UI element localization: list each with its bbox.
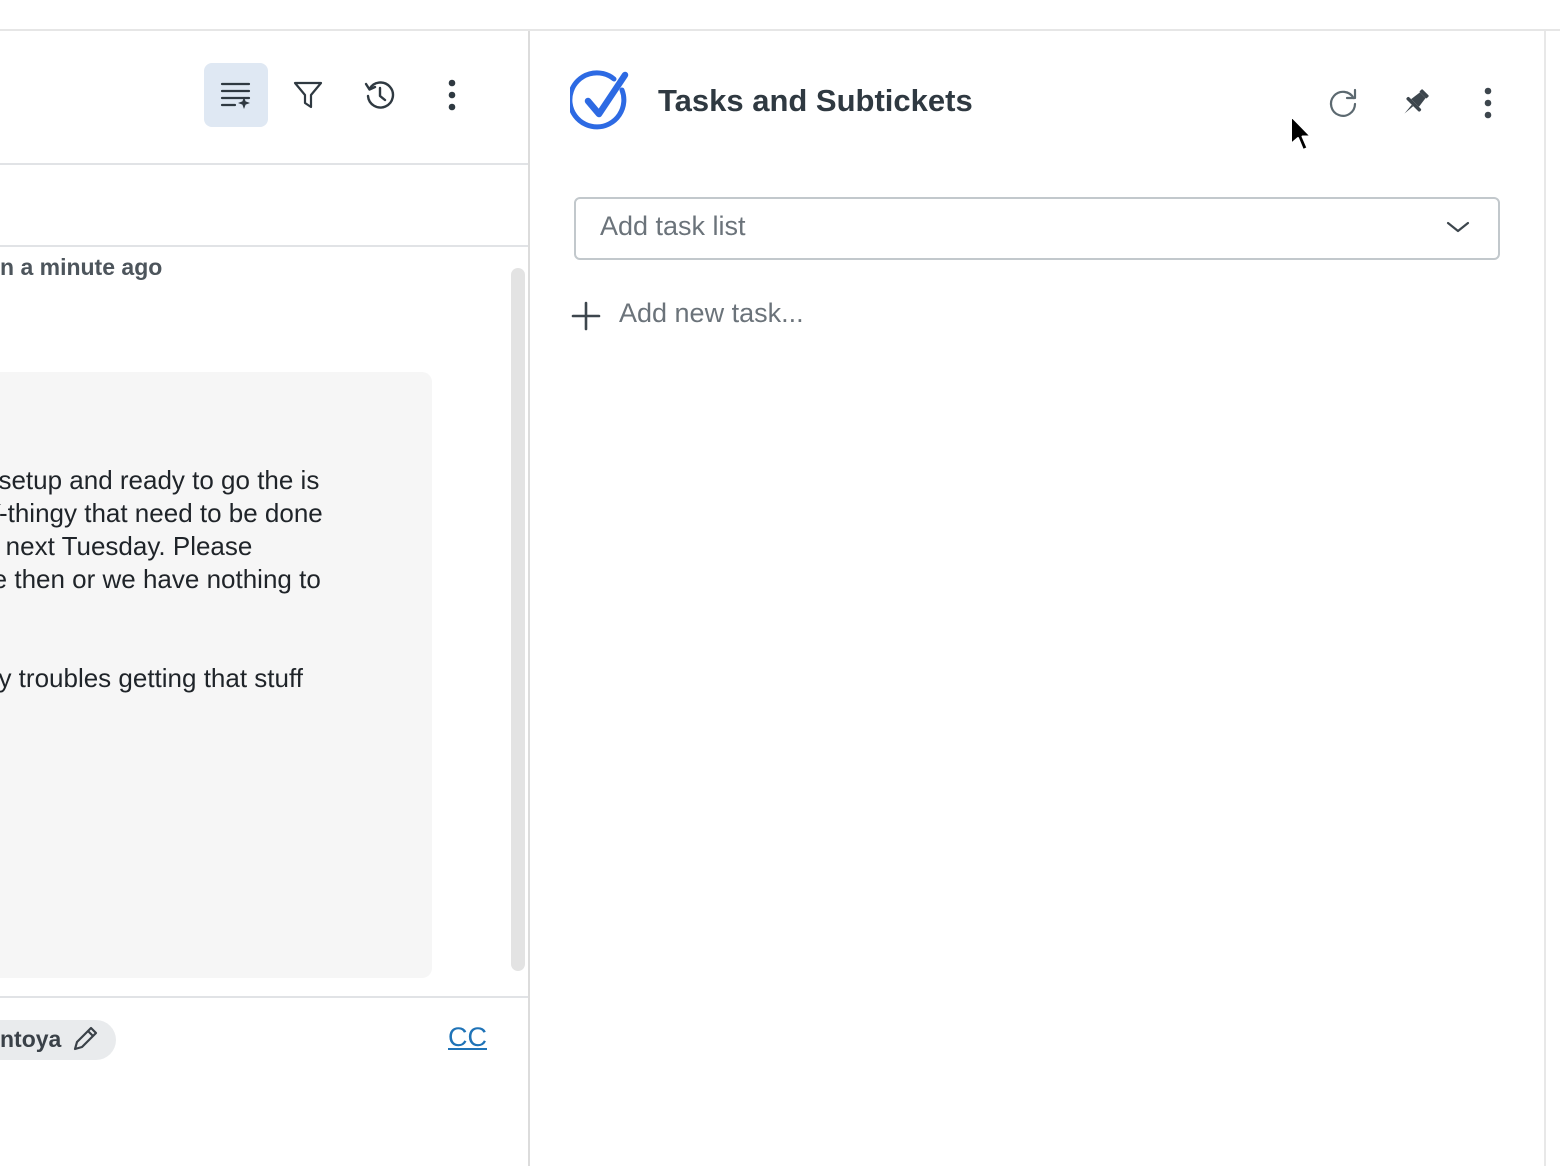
more-vertical-icon [1484,87,1492,119]
message-line: e next Tuesday. Please [0,531,253,561]
list-sparkle-button[interactable] [204,63,268,127]
filter-icon [293,81,323,109]
conversation-scrollbar[interactable] [511,268,525,971]
history-button[interactable] [352,63,408,127]
pane-divider [528,31,530,1166]
tasks-app-logo [567,70,634,139]
pin-button[interactable] [1390,78,1440,128]
plus-icon [571,301,601,331]
message-timestamp: n a minute ago [0,254,163,280]
refresh-button[interactable] [1318,78,1368,128]
check-circle-logo-icon [567,70,629,130]
footer-divider [0,996,528,998]
message-line: t setup and ready to go the is [0,465,320,495]
cursor-arrow-icon [1290,115,1312,151]
task-list-select-placeholder: Add task list [600,211,746,241]
filter-button[interactable] [280,63,336,127]
message-line: ny troubles getting that stuff [0,663,303,693]
panel-more-button[interactable] [1468,78,1508,128]
more-options-button[interactable] [432,63,472,127]
panel-title: Tasks and Subtickets [658,83,973,118]
toolbar-divider [0,163,528,165]
message-line: re then or we have nothing to [0,564,321,594]
right-edge-border [1544,31,1546,1166]
pencil-icon [73,1026,98,1051]
chevron-down-icon [1446,221,1470,233]
history-icon [364,81,395,109]
mouse-cursor [1288,114,1314,159]
more-vertical-icon [448,79,456,111]
list-sparkle-icon [220,82,251,109]
add-task-plus[interactable] [570,300,602,337]
add-new-task-input[interactable]: Add new task... [619,298,804,329]
message-line: Y-thingy that need to be done [0,498,323,528]
pin-icon [1404,89,1429,114]
cc-link[interactable]: CC [448,1022,487,1053]
header-divider [0,245,528,247]
assignee-name: ntoya [0,1026,62,1052]
edit-assignee-button[interactable] [70,1024,100,1059]
select-dropdown-toggle[interactable] [1444,216,1472,243]
refresh-icon [1329,88,1357,117]
